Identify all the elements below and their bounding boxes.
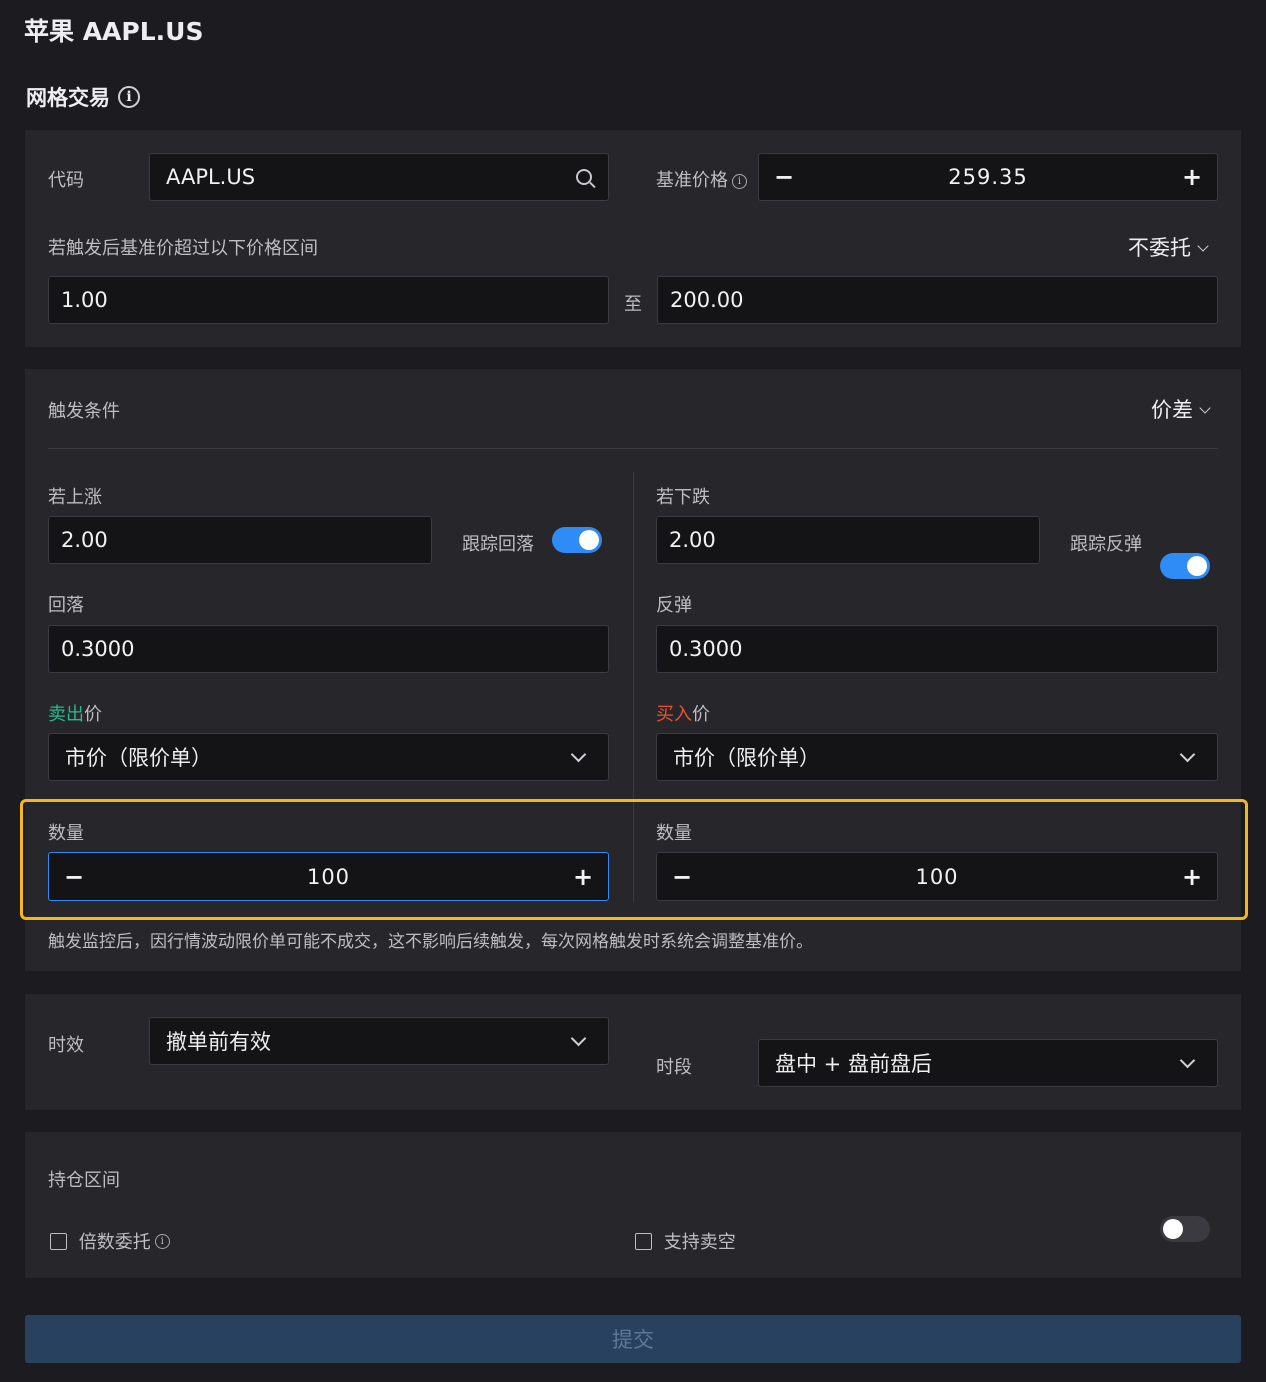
sell-price-select[interactable]: 市价（限价单） xyxy=(48,733,609,781)
info-icon[interactable]: i xyxy=(732,173,747,189)
position-label: 持仓区间 xyxy=(48,1170,120,1191)
session-value: 盘中 + 盘前盘后 xyxy=(775,1052,932,1076)
rise-input[interactable]: 2.00 xyxy=(48,516,432,564)
sell-price-label: 卖出价 xyxy=(48,704,102,725)
grid-trading-label: 网格交易 xyxy=(26,86,110,110)
rebound-value: 0.3000 xyxy=(669,637,743,661)
range-max-value: 200.00 xyxy=(670,288,744,312)
validity-select[interactable]: 撤单前有效 xyxy=(149,1017,609,1065)
chevron-down-icon xyxy=(1199,402,1211,414)
short-sell-option[interactable]: 支持卖空 xyxy=(635,1228,736,1254)
info-icon[interactable]: i xyxy=(154,1233,170,1249)
trigger-note: 触发监控后，因行情波动限价单可能不成交，这不影响后续触发，每次网格触发时系统会调… xyxy=(48,932,813,952)
trigger-label: 触发条件 xyxy=(48,401,120,422)
rise-value: 2.00 xyxy=(61,528,108,552)
fall-value: 2.00 xyxy=(669,528,716,552)
code-search-input[interactable]: AAPL.US xyxy=(149,153,609,201)
session-select[interactable]: 盘中 + 盘前盘后 xyxy=(758,1039,1218,1087)
trigger-mode-value: 价差 xyxy=(1151,398,1193,422)
rebound-label: 反弹 xyxy=(656,595,692,616)
increment-button[interactable]: + xyxy=(1181,163,1203,191)
validity-label: 时效 xyxy=(48,1035,84,1056)
pullback-value: 0.3000 xyxy=(61,637,135,661)
decrement-button[interactable]: − xyxy=(773,163,795,191)
fall-input[interactable]: 2.00 xyxy=(656,516,1040,564)
range-min-input[interactable]: 1.00 xyxy=(48,276,609,324)
rise-label: 若上涨 xyxy=(48,487,102,508)
divider xyxy=(48,448,1218,449)
chevron-down-icon xyxy=(1179,1052,1196,1068)
short-sell-label: 支持卖空 xyxy=(663,1232,736,1253)
buy-price-select[interactable]: 市价（限价单） xyxy=(656,733,1218,781)
price-range-label: 若触发后基准价超过以下价格区间 xyxy=(48,238,318,259)
position-panel xyxy=(25,1132,1241,1278)
track-rebound-toggle[interactable] xyxy=(1160,553,1210,579)
search-icon[interactable] xyxy=(576,169,592,185)
range-action-dropdown[interactable]: 不委托 xyxy=(1128,232,1209,262)
multiple-order-option[interactable]: 倍数委托 i xyxy=(50,1228,170,1254)
submit-button[interactable]: 提交 xyxy=(25,1315,1241,1363)
chevron-down-icon xyxy=(570,1030,587,1046)
rebound-input[interactable]: 0.3000 xyxy=(656,625,1218,673)
sell-price-type: 市价（限价单） xyxy=(65,746,212,770)
trigger-mode-dropdown[interactable]: 价差 xyxy=(1151,394,1211,424)
buy-price-type: 市价（限价单） xyxy=(673,746,820,770)
info-icon[interactable]: i xyxy=(118,86,140,108)
chevron-down-icon xyxy=(1197,240,1209,252)
chevron-down-icon xyxy=(1179,746,1196,762)
chevron-down-icon xyxy=(570,746,587,762)
range-to-label: 至 xyxy=(624,294,642,315)
base-price-value[interactable]: 259.35 xyxy=(795,165,1181,189)
quantity-highlight xyxy=(20,799,1248,920)
page-title: 苹果 AAPL.US xyxy=(24,17,204,46)
multiple-order-checkbox[interactable] xyxy=(50,1232,67,1250)
range-min-value: 1.00 xyxy=(61,288,108,312)
multiple-order-label: 倍数委托 xyxy=(78,1232,151,1253)
track-rebound-label: 跟踪反弹 xyxy=(1070,534,1142,555)
validity-value: 撤单前有效 xyxy=(166,1030,271,1054)
short-sell-checkbox[interactable] xyxy=(635,1232,652,1250)
track-pullback-toggle[interactable] xyxy=(552,527,602,553)
buy-price-label: 买入价 xyxy=(656,704,710,725)
base-price-label: 基准价格 i xyxy=(656,166,747,192)
track-pullback-label: 跟踪回落 xyxy=(462,534,534,555)
code-value: AAPL.US xyxy=(166,165,256,189)
grid-trading-title: 网格交易 i xyxy=(26,82,140,112)
range-action-value: 不委托 xyxy=(1128,236,1191,260)
base-price-stepper[interactable]: − 259.35 + xyxy=(758,153,1218,201)
fall-label: 若下跌 xyxy=(656,487,710,508)
range-max-input[interactable]: 200.00 xyxy=(657,276,1218,324)
code-label: 代码 xyxy=(48,170,84,191)
pullback-input[interactable]: 0.3000 xyxy=(48,625,609,673)
position-toggle[interactable] xyxy=(1160,1216,1210,1242)
session-label: 时段 xyxy=(656,1057,692,1078)
pullback-label: 回落 xyxy=(48,595,84,616)
